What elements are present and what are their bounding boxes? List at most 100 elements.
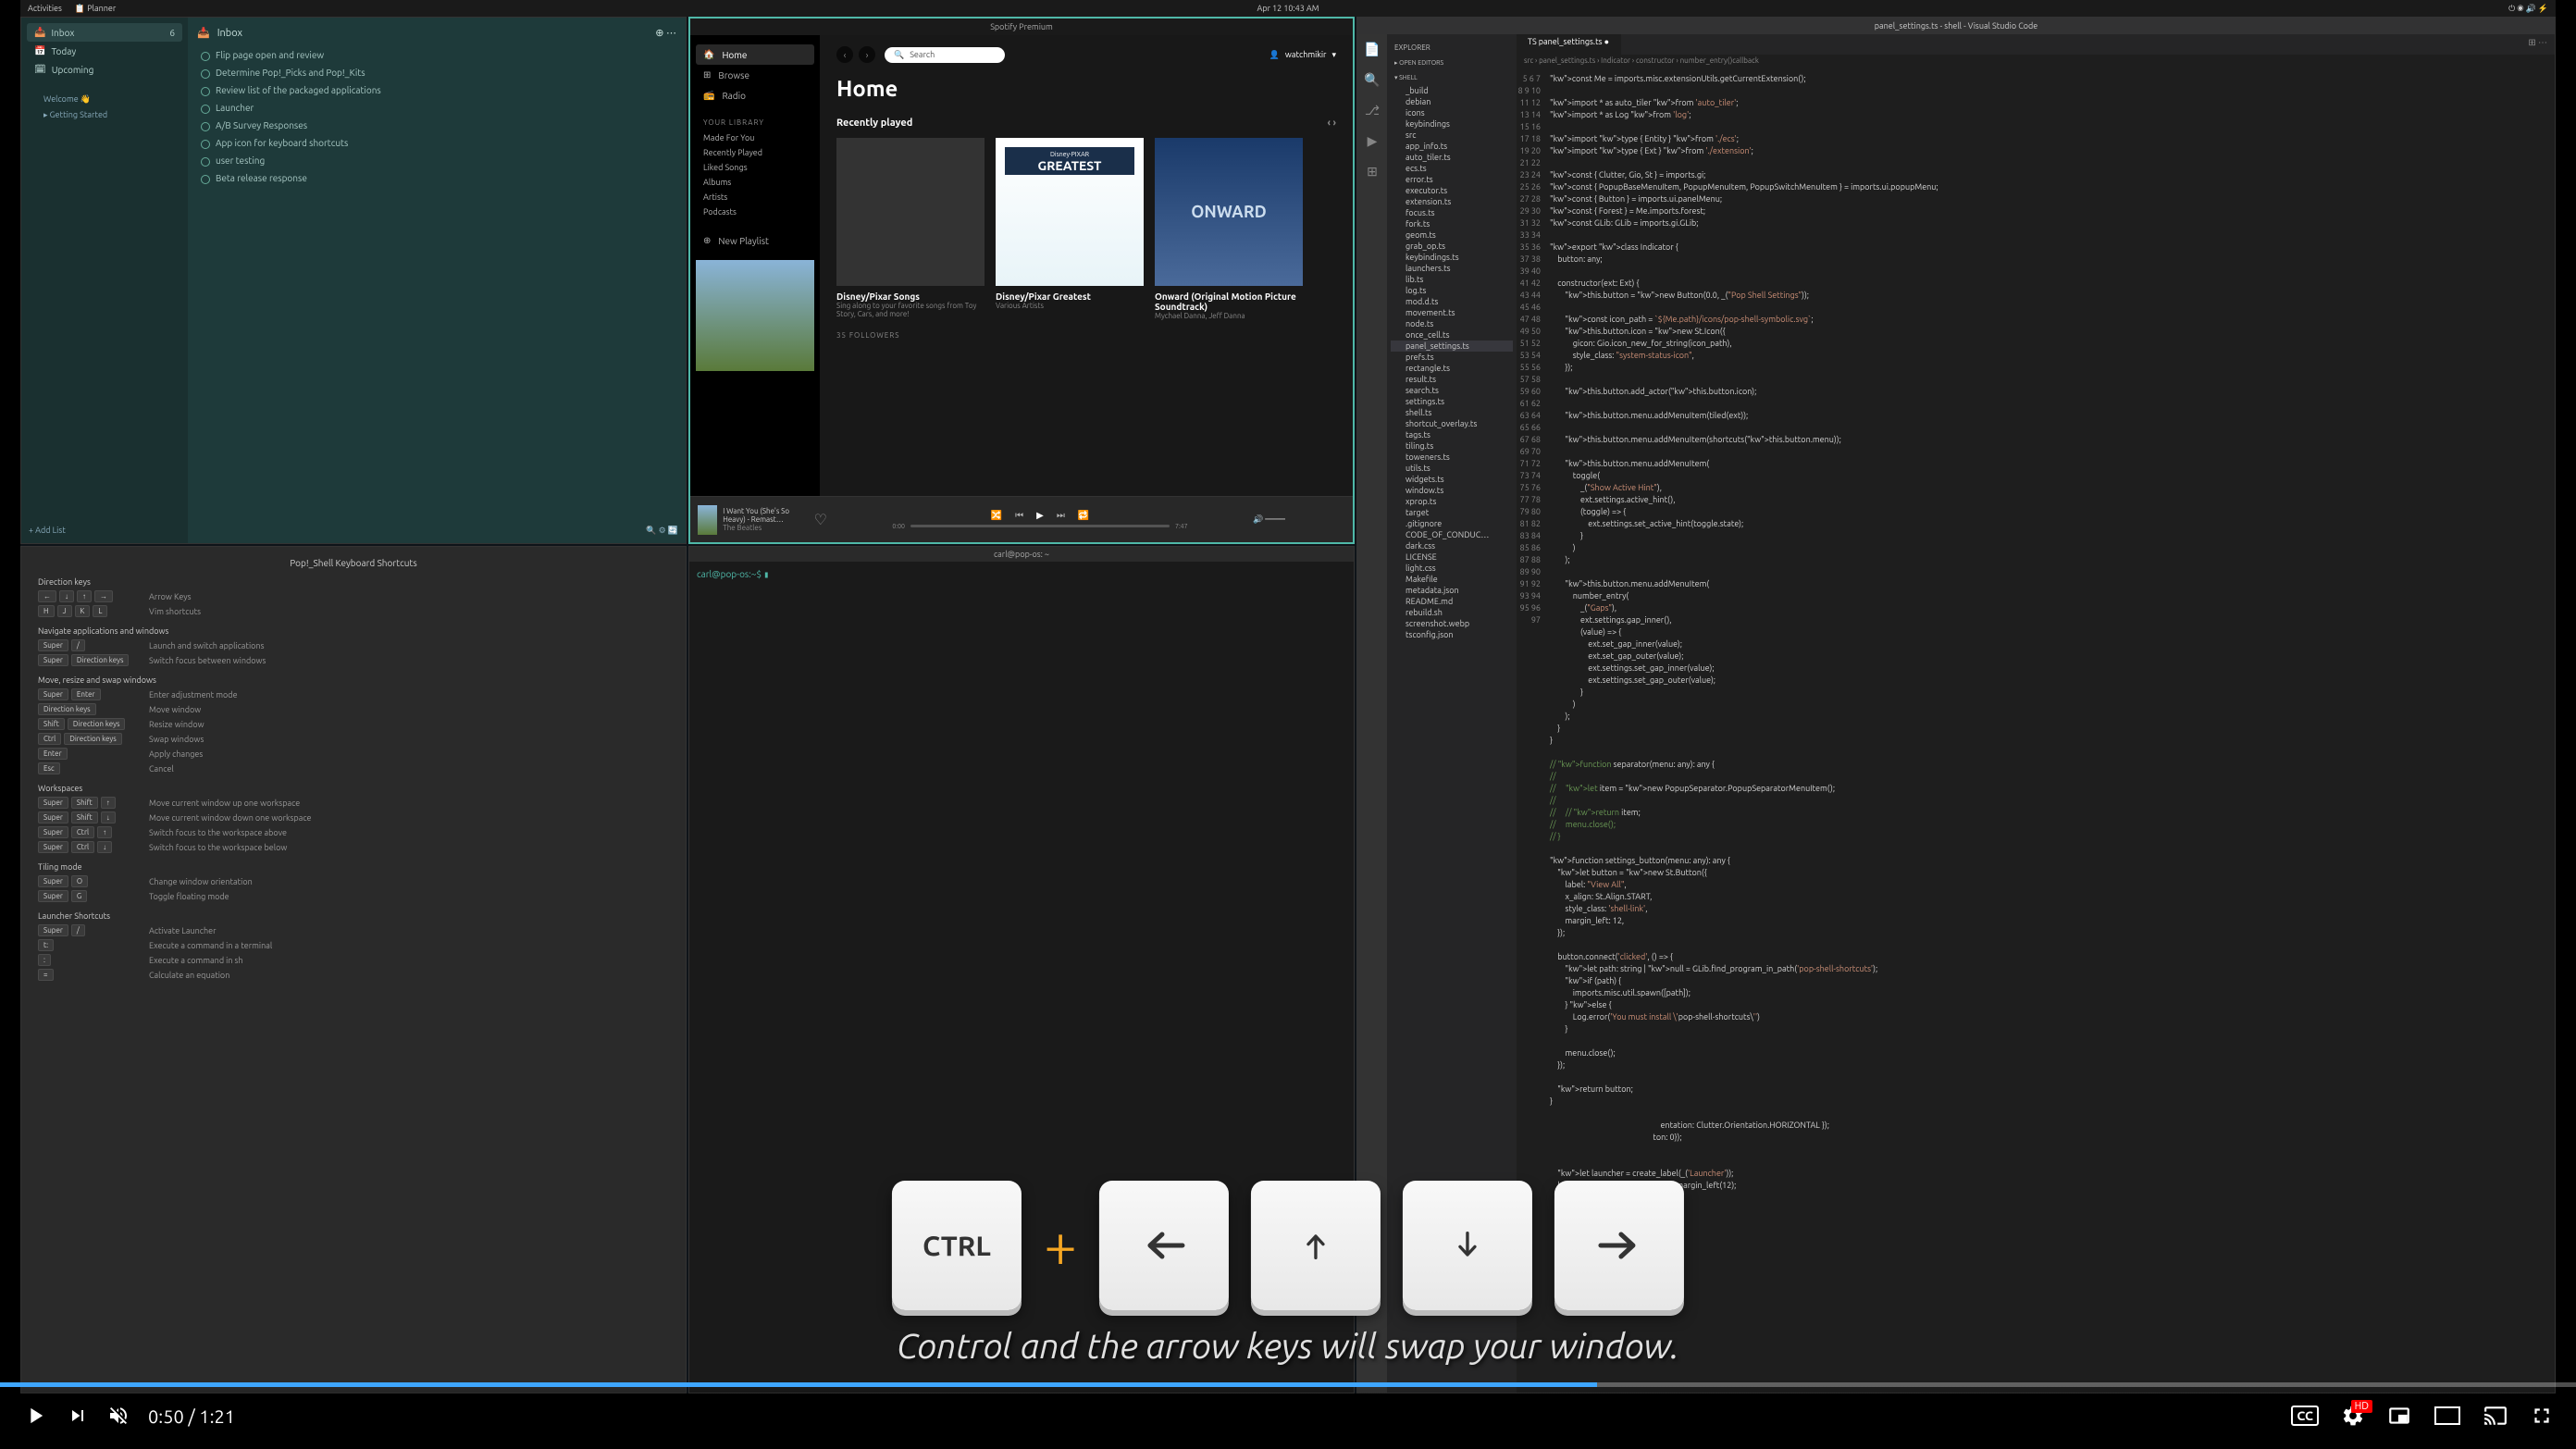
vscode-minimap[interactable] <box>2499 73 2555 1389</box>
vscode-file-item[interactable]: shortcut_overlay.ts <box>1391 418 1513 429</box>
vscode-file-item[interactable]: icons <box>1391 107 1513 118</box>
spotify-back[interactable]: ‹ <box>836 46 853 63</box>
vscode-file-item[interactable]: tiling.ts <box>1391 440 1513 452</box>
vscode-file-item[interactable]: movement.ts <box>1391 307 1513 318</box>
spotify-volume[interactable]: 🔊 ━━━━ <box>1253 514 1345 525</box>
vscode-file-item[interactable]: mod.d.ts <box>1391 296 1513 307</box>
vscode-file-item[interactable]: once_cell.ts <box>1391 329 1513 341</box>
vscode-file-item[interactable]: tsconfig.json <box>1391 629 1513 640</box>
vscode-file-item[interactable]: window.ts <box>1391 485 1513 496</box>
prev-icon[interactable]: ⏮ <box>1015 510 1023 521</box>
repeat-icon[interactable]: 🔁 <box>1078 510 1089 521</box>
miniplayer-button[interactable] <box>2387 1404 2411 1428</box>
planner-today[interactable]: 📅 Today <box>27 42 182 60</box>
vscode-file-item[interactable]: extension.ts <box>1391 196 1513 207</box>
status-icons[interactable]: ⏻ ◉ 🔊 ⚡ <box>2508 4 2548 14</box>
vscode-file-item[interactable]: lib.ts <box>1391 274 1513 285</box>
planner-bottom-icons[interactable]: 🔍 ⚙ 🔄 <box>646 526 678 536</box>
planner-header-actions[interactable]: ⊕ ⋯ <box>655 27 676 39</box>
vscode-file-item[interactable]: search.ts <box>1391 385 1513 396</box>
vscode-file-item[interactable]: error.ts <box>1391 174 1513 185</box>
spotify-now-track[interactable]: I Want You (She's So Heavy) - Remast… <box>723 507 808 524</box>
vscode-file-item[interactable]: LICENSE <box>1391 551 1513 563</box>
spotify-library-item[interactable]: Artists <box>696 190 814 204</box>
planner-task[interactable]: Flip page open and review <box>197 46 676 64</box>
spotify-nav-radio[interactable]: 📻 Radio <box>696 85 814 105</box>
vscode-file-item[interactable]: geom.ts <box>1391 229 1513 241</box>
vscode-file-item[interactable]: settings.ts <box>1391 396 1513 407</box>
vscode-file-item[interactable]: tags.ts <box>1391 429 1513 440</box>
spotify-library-item[interactable]: Recently Played <box>696 145 814 160</box>
activities-button[interactable]: Activities <box>28 4 62 14</box>
spotify-forward[interactable]: › <box>859 46 875 63</box>
vscode-file-item[interactable]: xprop.ts <box>1391 496 1513 507</box>
planner-task[interactable]: Review list of the packaged applications <box>197 81 676 99</box>
video-progress-bar[interactable] <box>0 1382 2576 1387</box>
vscode-file-item[interactable]: ecs.ts <box>1391 163 1513 174</box>
vscode-file-item[interactable]: toweners.ts <box>1391 452 1513 463</box>
planner-project[interactable]: ▸ Getting Started <box>27 107 182 123</box>
planner-task[interactable]: App icon for keyboard shortcuts <box>197 134 676 152</box>
settings-button[interactable]: HD <box>2341 1404 2365 1428</box>
spotify-progress[interactable] <box>910 525 1170 527</box>
vscode-file-item[interactable]: log.ts <box>1391 285 1513 296</box>
vscode-file-item[interactable]: executor.ts <box>1391 185 1513 196</box>
planner-task[interactable]: Beta release response <box>197 169 676 187</box>
spotify-album-card[interactable]: ONWARDOnward (Original Motion Picture So… <box>1155 138 1303 320</box>
heart-icon[interactable]: ♡ <box>814 511 827 528</box>
vscode-file-item[interactable]: auto_tiler.ts <box>1391 152 1513 163</box>
spotify-album-card[interactable]: Disney/Pixar SongsSing along to your fav… <box>836 138 985 320</box>
vscode-tab[interactable]: TS panel_settings.ts ● <box>1517 34 1621 55</box>
vscode-file-item[interactable]: prefs.ts <box>1391 352 1513 363</box>
vscode-file-item[interactable]: rebuild.sh <box>1391 607 1513 618</box>
vscode-file-item[interactable]: dark.css <box>1391 540 1513 551</box>
spotify-library-item[interactable]: Podcasts <box>696 204 814 219</box>
planner-task[interactable]: user testing <box>197 152 676 169</box>
planner-task[interactable]: Determine Pop!_Picks and Pop!_Kits <box>197 64 676 81</box>
theater-button[interactable] <box>2434 1406 2461 1426</box>
vscode-file-item[interactable]: debian <box>1391 96 1513 107</box>
planner-project[interactable]: Welcome 👋 <box>27 92 182 107</box>
planner-add-list[interactable]: + Add List <box>29 526 66 536</box>
vscode-file-item[interactable]: Makefile <box>1391 574 1513 585</box>
vscode-file-item[interactable]: app_info.ts <box>1391 141 1513 152</box>
debug-icon[interactable]: ▶ <box>1368 133 1378 149</box>
vscode-file-item[interactable]: keybindings <box>1391 118 1513 130</box>
cast-button[interactable] <box>2483 1404 2508 1428</box>
spotify-now-artist[interactable]: The Beatles <box>723 524 808 532</box>
next-icon[interactable]: ⏭ <box>1057 510 1065 521</box>
spotify-album-card[interactable]: Disney·PIXARGREATESTDisney/Pixar Greates… <box>996 138 1144 320</box>
vscode-file-item[interactable]: widgets.ts <box>1391 474 1513 485</box>
vscode-file-item[interactable]: fork.ts <box>1391 218 1513 229</box>
spotify-new-playlist[interactable]: ⊕ New Playlist <box>696 230 814 251</box>
play-button[interactable] <box>22 1403 48 1429</box>
vscode-file-item[interactable]: screenshot.webp <box>1391 618 1513 629</box>
spotify-user-menu[interactable]: 👤 watchmikir ▾ <box>1269 50 1336 60</box>
vscode-file-item[interactable]: shell.ts <box>1391 407 1513 418</box>
spotify-now-art[interactable] <box>698 505 717 535</box>
vscode-file-item[interactable]: result.ts <box>1391 374 1513 385</box>
planner-upcoming[interactable]: 🗓 Upcoming <box>27 60 182 79</box>
spotify-nav-home[interactable]: 🏠 Home <box>696 44 814 65</box>
vscode-file-item[interactable]: target <box>1391 507 1513 518</box>
planner-task[interactable]: Launcher <box>197 99 676 117</box>
vscode-file-item[interactable]: metadata.json <box>1391 585 1513 596</box>
planner-inbox[interactable]: 📥 Inbox6 <box>27 23 182 42</box>
spotify-nav-browse[interactable]: ⊞ Browse <box>696 65 814 85</box>
fullscreen-button[interactable] <box>2530 1404 2554 1428</box>
extensions-icon[interactable]: ⊞ <box>1367 164 1378 180</box>
vscode-editor-actions[interactable]: ⊞ ⋯ <box>2520 34 2555 55</box>
search-icon[interactable]: 🔍 <box>1364 72 1380 88</box>
vscode-file-item[interactable]: keybindings.ts <box>1391 252 1513 263</box>
open-editors-header[interactable]: ▸ OPEN EDITORS <box>1391 56 1513 70</box>
vscode-file-item[interactable]: README.md <box>1391 596 1513 607</box>
vscode-file-item[interactable]: utils.ts <box>1391 463 1513 474</box>
captions-button[interactable]: CC <box>2291 1406 2319 1426</box>
vscode-file-item[interactable]: rectangle.ts <box>1391 363 1513 374</box>
vscode-file-item[interactable]: launchers.ts <box>1391 263 1513 274</box>
planner-task[interactable]: A/B Survey Responses <box>197 117 676 134</box>
terminal-body[interactable]: carl@pop-os:~$ ▮ <box>689 562 1354 588</box>
spotify-library-item[interactable]: Made For You <box>696 130 814 145</box>
vscode-file-item[interactable]: _build <box>1391 85 1513 96</box>
files-icon[interactable]: 📄 <box>1364 42 1380 57</box>
